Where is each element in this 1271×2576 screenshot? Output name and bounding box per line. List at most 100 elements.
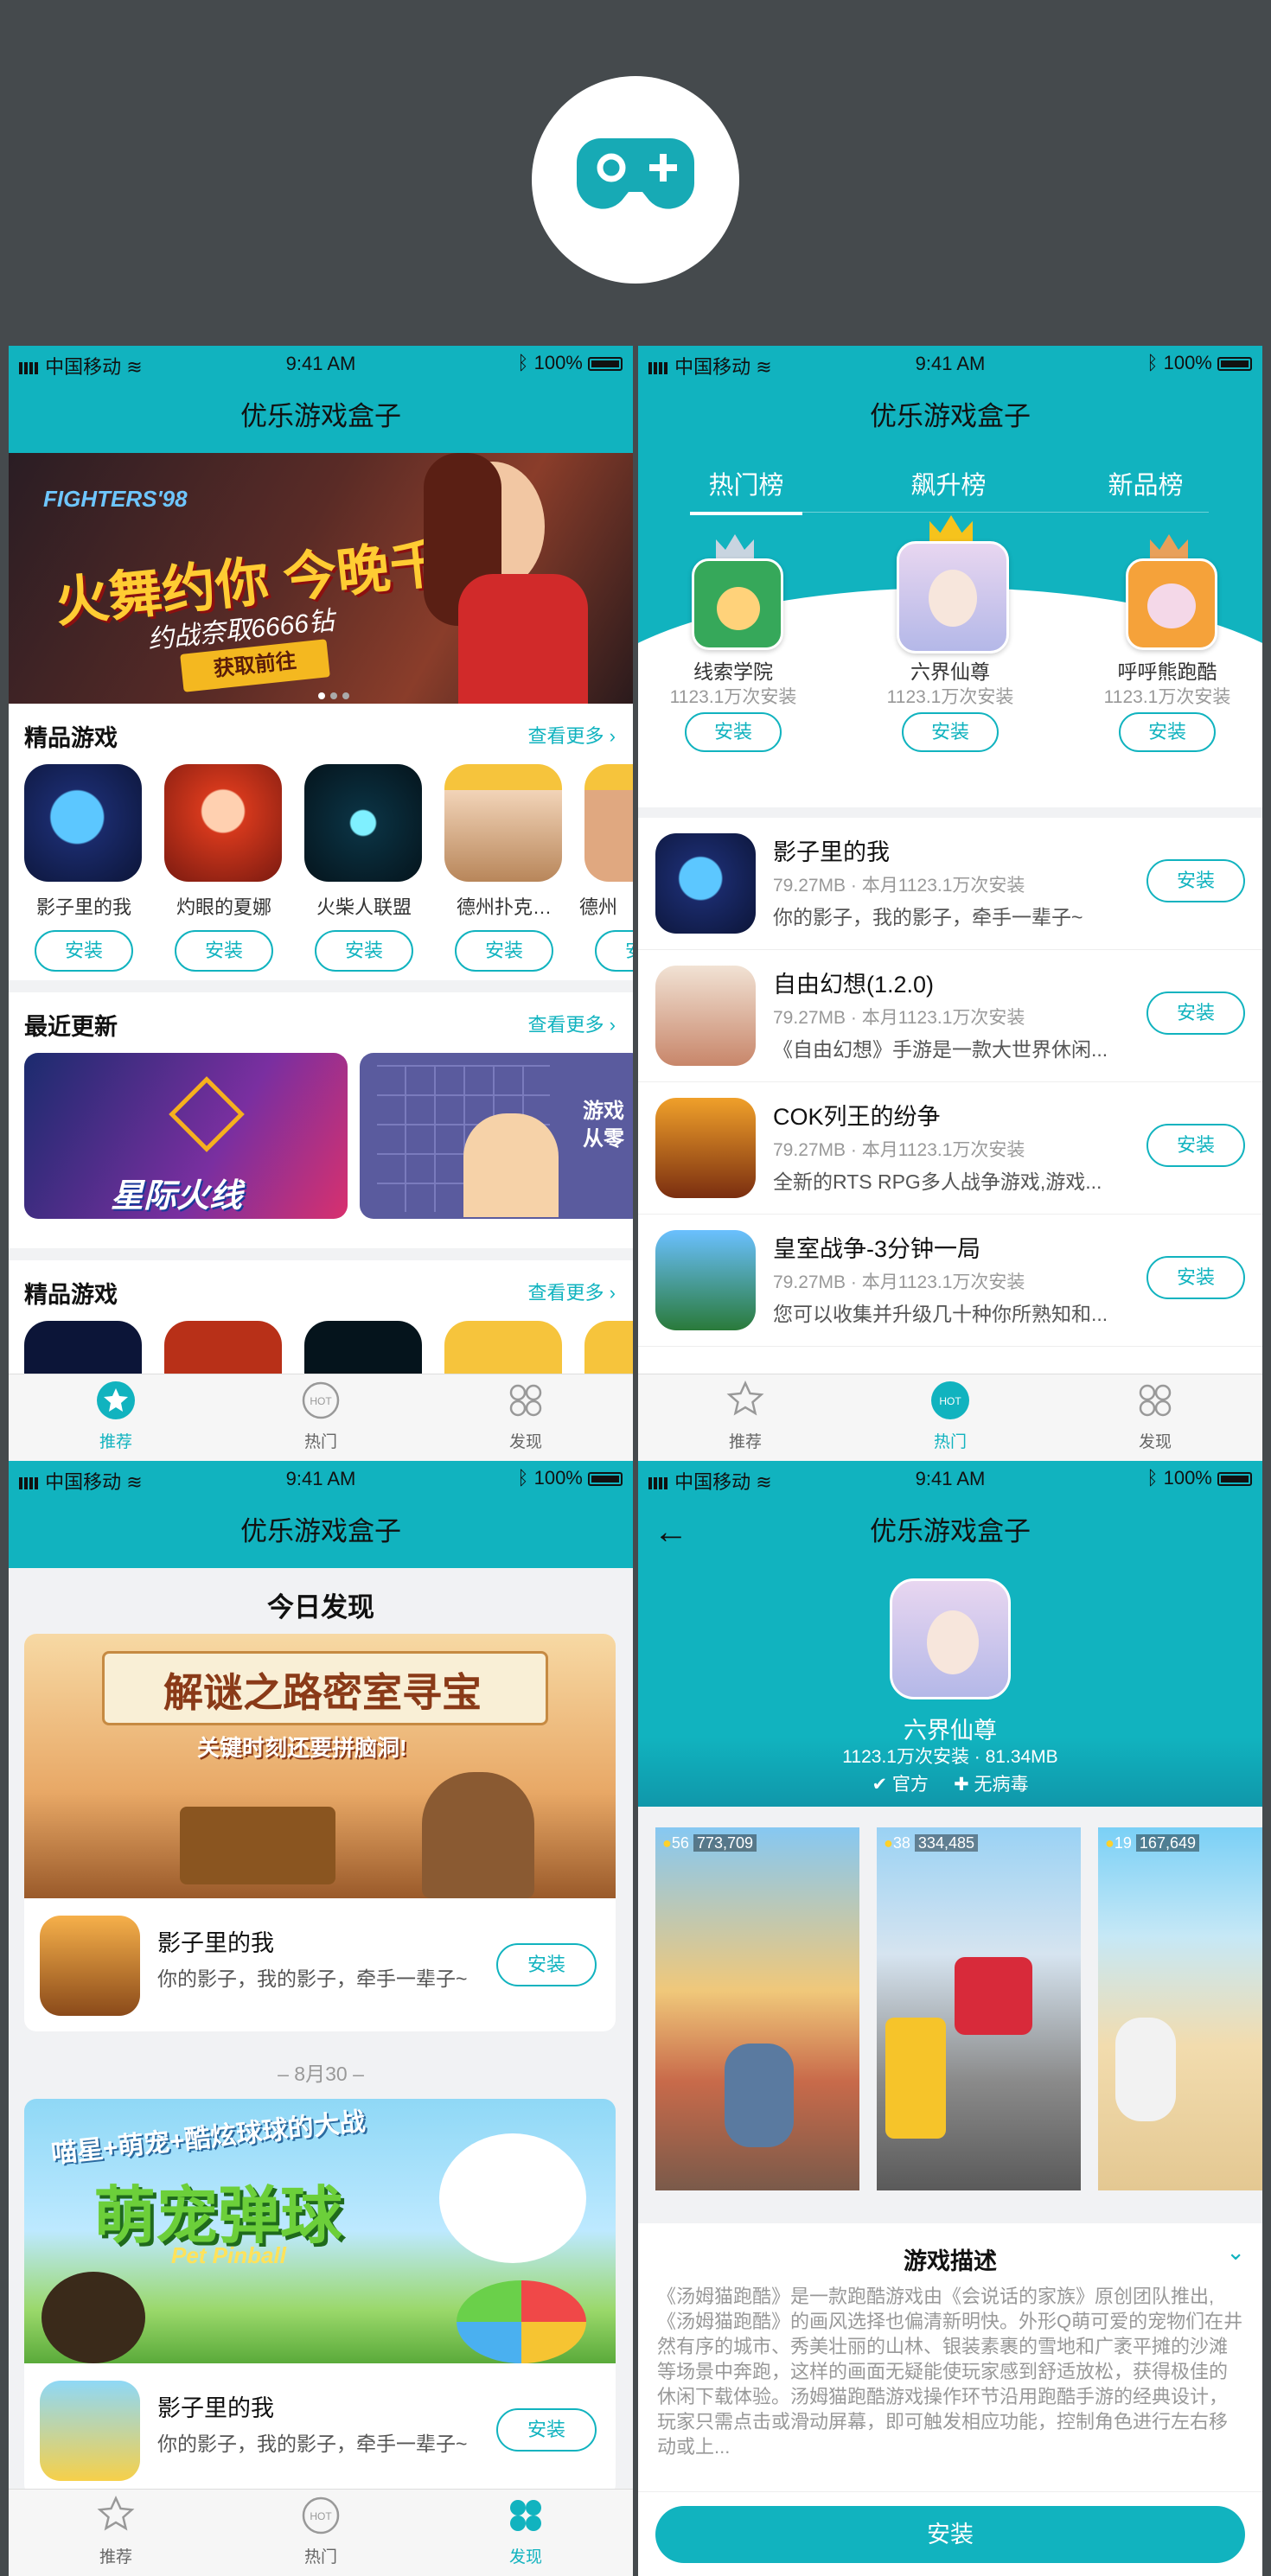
game-icon-poker[interactable] xyxy=(444,1321,562,1381)
list-item[interactable]: 影子里的我 79.27MB · 本月1123.1万次安装 你的影子，我的影子，牵… xyxy=(638,818,1262,950)
chevron-down-icon[interactable]: ⌄ xyxy=(1226,2239,1245,2266)
install-button[interactable]: 安装 xyxy=(455,930,553,972)
podium-name: 线索学院 xyxy=(693,660,773,683)
tab-recommend[interactable]: 推荐 xyxy=(64,1380,168,1452)
app-stats: 1123.1万次安装 · 81.34MB xyxy=(842,1747,1058,1767)
game-icon-shana[interactable] xyxy=(164,764,282,882)
podium-count: 1123.1万次安装 xyxy=(886,687,1014,707)
tab-discover[interactable]: 发现 xyxy=(474,1380,578,1452)
discover-card[interactable]: 喵星+萌宠+酷炫球球的大战 萌宠弹球 Pet Pinball 影子里的我 你的影… xyxy=(24,2099,616,2496)
tab-hot[interactable]: HOT 热门 xyxy=(269,1380,373,1452)
description-title: 游戏描述 xyxy=(904,2248,997,2274)
treasure-chest xyxy=(180,1807,335,1884)
screenshot[interactable]: ●56 773,709 xyxy=(655,1827,859,2190)
game-name: 火柴人联盟 xyxy=(316,896,412,918)
banner-title: 解谜之路密室寻宝 xyxy=(163,1670,482,1715)
podium-item[interactable]: 呼呼熊跑酷 1123.1万次安装 安装 xyxy=(1081,534,1254,752)
updates-section: 最近更新 查看更多 › 星际火线 游戏从零 xyxy=(9,992,633,1248)
install-button[interactable]: 安装 xyxy=(902,712,999,752)
game-icon-poker-2[interactable] xyxy=(584,764,633,882)
card-app-icon xyxy=(40,1916,140,2016)
game-icon-shadow[interactable] xyxy=(24,764,142,882)
section-title: 最近更新 xyxy=(24,1014,118,1040)
game-icon-stickman[interactable] xyxy=(304,1321,422,1381)
list-item[interactable]: 自由幻想(1.2.0) 79.27MB · 本月1123.1万次安装 《自由幻想… xyxy=(638,950,1262,1082)
back-arrow-icon[interactable]: ← xyxy=(654,1513,688,1552)
game-icon-poker-2[interactable] xyxy=(584,1321,633,1381)
divider xyxy=(638,1807,1262,1817)
battery-text: 100% xyxy=(533,352,583,373)
tab-bar: 推荐 HOT 热门 发现 xyxy=(638,1374,1262,1461)
install-button[interactable]: 安装 xyxy=(496,2408,597,2452)
tab-bar: 推荐 HOT 热门 发现 xyxy=(9,1374,633,1461)
install-button[interactable]: 安装 xyxy=(496,1943,597,1986)
hot-icon: HOT xyxy=(931,1381,969,1419)
game-icon xyxy=(655,1098,756,1198)
tab-discover[interactable]: 发现 xyxy=(1103,1380,1207,1452)
date-divider: – 8月30 – xyxy=(278,2063,364,2085)
game-icon-shana[interactable] xyxy=(164,1321,282,1381)
hand-illustration xyxy=(463,1113,559,1217)
tab-rising-list[interactable]: 飙升榜 xyxy=(892,465,1005,501)
game-icon-stickman[interactable] xyxy=(304,764,422,882)
tab-hot-list[interactable]: 热门榜 xyxy=(690,465,802,515)
install-button-large[interactable]: 安装 xyxy=(655,2506,1245,2563)
game-icon-liujie xyxy=(897,541,1009,654)
discover-card[interactable]: 解谜之路密室寻宝 关键时刻还要拼脑洞! 影子里的我 你的影子，我的影子，牵手一辈… xyxy=(24,1634,616,2031)
install-bar: 安装 xyxy=(638,2491,1262,2576)
tab-hot[interactable]: HOT 热门 xyxy=(898,1380,1002,1452)
install-button[interactable]: 安装 xyxy=(315,930,413,972)
install-button[interactable]: 安装 xyxy=(1146,1124,1245,1167)
ranking-screen: 中国移动 ≋ 9:41 AM ᛒ 100% 优乐游戏盒子 热门榜 飙升榜 新品榜… xyxy=(638,346,1262,1461)
install-button[interactable]: 安装 xyxy=(1146,859,1245,902)
game-icon-shadow[interactable] xyxy=(24,1321,142,1381)
game-icon xyxy=(655,1230,756,1330)
podium-item[interactable]: 线索学院 1123.1万次安装 安装 xyxy=(647,534,820,752)
banner-subtitle: 关键时刻还要拼脑洞! xyxy=(197,1735,407,1761)
promo-banner[interactable]: FIGHTERS'98 火舞约你 今晚千杯 约战奈取6666钻 获取前往 xyxy=(9,453,633,704)
more-link[interactable]: 查看更多 › xyxy=(528,1278,616,1305)
game-name: 德州 xyxy=(579,896,618,918)
bluetooth-icon: ᛒ xyxy=(517,1467,529,1489)
update-card[interactable]: 游戏从零 xyxy=(360,1053,633,1219)
tab-discover[interactable]: 发现 xyxy=(474,2495,578,2567)
card-title: 影子里的我 xyxy=(157,2395,274,2421)
list-item[interactable]: 皇室战争-3分钟一局 79.27MB · 本月1123.1万次安装 您可以收集并… xyxy=(638,1215,1262,1347)
install-button[interactable]: 安装 xyxy=(1119,712,1216,752)
podium-item[interactable]: 六界仙尊 1123.1万次安装 安装 xyxy=(864,515,1037,752)
grid-icon xyxy=(510,2500,541,2531)
game-name: 灼眼的夏娜 xyxy=(176,896,271,918)
screenshot[interactable]: ●19 167,649 xyxy=(1098,1827,1262,2190)
status-bar: 中国移动 ≋ 9:41 AM ᛒ 100% xyxy=(638,346,1262,380)
shot-coins: 56 xyxy=(671,1834,689,1852)
list-item[interactable]: COK列王的纷争 79.27MB · 本月1123.1万次安装 全新的RTS R… xyxy=(638,1082,1262,1215)
game-icon-poker[interactable] xyxy=(444,764,562,882)
tab-new-list[interactable]: 新品榜 xyxy=(1089,465,1202,501)
tab-recommend[interactable]: 推荐 xyxy=(693,1380,797,1452)
screenshot-gallery[interactable]: ●56 773,709 ●38 334,485 ●19 167,649 xyxy=(638,1817,1262,2223)
update-card[interactable]: 星际火线 xyxy=(24,1053,348,1219)
cat-runner xyxy=(1115,2018,1176,2121)
tab-hot[interactable]: HOT 热门 xyxy=(269,2495,373,2567)
card-title: 影子里的我 xyxy=(157,1930,274,1956)
more-link[interactable]: 查看更多 › xyxy=(528,721,616,749)
divider xyxy=(638,807,1262,818)
game-icon xyxy=(655,966,756,1066)
app-title: 优乐游戏盒子 xyxy=(9,380,633,453)
explorer-character xyxy=(422,1772,534,1898)
tab-underline xyxy=(690,512,1209,513)
more-link[interactable]: 查看更多 › xyxy=(528,1010,616,1037)
game-icon-bear xyxy=(1126,558,1217,650)
install-button[interactable]: 安装 xyxy=(1146,992,1245,1035)
svg-text:HOT: HOT xyxy=(310,1395,332,1407)
install-button[interactable]: 安装 xyxy=(595,930,633,972)
bluetooth-icon: ᛒ xyxy=(1146,1467,1159,1489)
section-title: 精品游戏 xyxy=(24,1282,118,1308)
install-button[interactable]: 安装 xyxy=(685,712,782,752)
tab-recommend[interactable]: 推荐 xyxy=(64,2495,168,2567)
install-button[interactable]: 安装 xyxy=(1146,1256,1245,1299)
install-button[interactable]: 安装 xyxy=(35,930,133,972)
install-button[interactable]: 安装 xyxy=(175,930,273,972)
screenshot[interactable]: ●38 334,485 xyxy=(877,1827,1081,2190)
grid-icon xyxy=(1139,1384,1172,1417)
